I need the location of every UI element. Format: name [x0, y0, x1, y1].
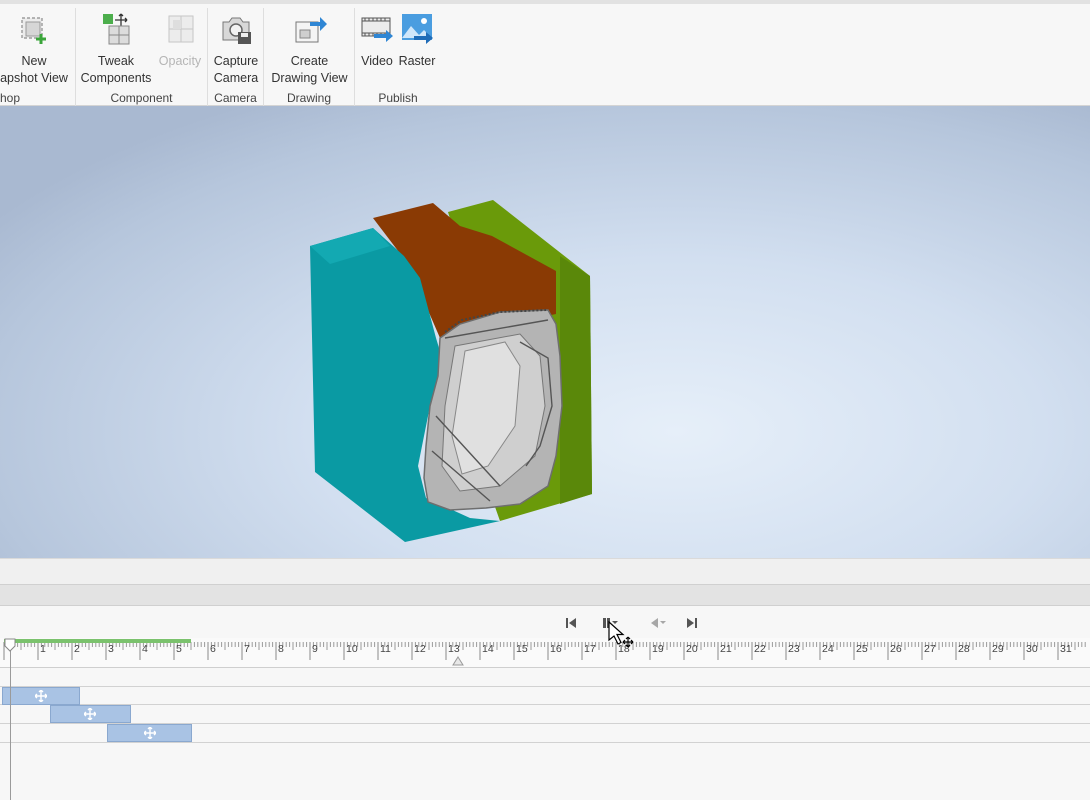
mold-assembly-model[interactable]	[0, 106, 1090, 558]
raster-label: Raster	[398, 54, 436, 68]
panel-title-drawing: Drawing	[286, 91, 331, 105]
ruler-tick-label: 3	[108, 643, 114, 655]
opacity-label: Opacity	[158, 54, 202, 68]
create-label-2: Drawing View	[271, 71, 348, 85]
ruler-tick-label: 18	[618, 643, 630, 655]
opacity-icon	[168, 15, 194, 43]
ruler-tick-label: 8	[278, 643, 284, 655]
raster-button[interactable]: Raster	[397, 8, 437, 86]
tweak-label-2: Components	[80, 71, 152, 85]
panel-snapshot: New apshot View hop	[0, 8, 76, 106]
ruler-tick-label: 23	[788, 643, 800, 655]
ruler-tick-label: 13	[448, 643, 460, 655]
end-marker-icon[interactable]	[452, 656, 464, 666]
action-bar[interactable]	[49, 705, 132, 723]
move-handle-icon[interactable]	[35, 690, 48, 702]
ruler-tick-label: 15	[516, 643, 528, 655]
capture-camera-icon	[222, 17, 251, 44]
panel-publish: Video Raster Publish	[355, 8, 441, 106]
ruler-tick-label: 4	[142, 643, 148, 655]
inventor-presentation-window: New apshot View hop Tweak Components Opa…	[0, 0, 1090, 800]
playhead-line	[10, 642, 11, 800]
ruler-tick-label: 28	[958, 643, 970, 655]
tweak-label-1: Tweak	[97, 54, 135, 68]
ruler-tick-label: 30	[1026, 643, 1038, 655]
go-to-start-icon[interactable]	[559, 612, 583, 634]
green-mold-side-shade	[560, 256, 592, 504]
ribbon: New apshot View hop Tweak Components Opa…	[0, 0, 1090, 106]
raster-icon	[402, 14, 433, 44]
go-to-end-icon[interactable]	[680, 612, 704, 634]
ruler-tick-label: 1	[40, 643, 46, 655]
ruler-tick-label: 9	[312, 643, 318, 655]
capture-camera-button[interactable]: Capture Camera	[208, 8, 264, 86]
panel-drawing: Create Drawing View Drawing	[264, 8, 355, 106]
ruler-tick-label: 12	[414, 643, 426, 655]
play-icon[interactable]	[598, 612, 622, 634]
video-icon	[361, 17, 393, 42]
graphics-viewport[interactable]	[0, 106, 1090, 558]
panel-title-snapshot: hop	[0, 91, 21, 105]
new-snapshot-icon	[21, 17, 46, 44]
capture-label-1: Capture	[213, 54, 259, 68]
capture-label-2: Camera	[213, 71, 259, 85]
ruler-tick-label: 20	[686, 643, 698, 655]
track-divider	[0, 742, 1090, 743]
ruler-tick-label: 27	[924, 643, 936, 655]
new-snapshot-label-2: apshot View	[0, 71, 68, 85]
ruler-tick-label: 26	[890, 643, 902, 655]
ruler-tick-label: 10	[346, 643, 358, 655]
action-bar[interactable]	[107, 724, 193, 742]
panel-title-camera: Camera	[214, 91, 257, 105]
panel-title-publish: Publish	[378, 91, 418, 105]
ruler-tick-label: 24	[822, 643, 834, 655]
viewport-status-strip	[0, 558, 1090, 584]
ruler-tick-label: 22	[754, 643, 766, 655]
track-divider	[0, 704, 1090, 705]
storyboard-timeline: 1 2 3 4 5 6 7 8 9 10 11 12 13 14 15 16 17 18 19 20 21 22 23 24 2…	[0, 606, 1090, 800]
tweak-components-icon	[103, 13, 130, 45]
ruler-tick-label: 17	[584, 643, 596, 655]
ruler-tick-label: 29	[992, 643, 1004, 655]
panel-camera: Capture Camera Camera	[208, 8, 264, 106]
playback-controls	[0, 612, 1090, 634]
new-snapshot-label-1: New	[21, 54, 47, 68]
panel-component: Tweak Components Opacity Component	[76, 8, 208, 106]
ruler-tick-label: 31	[1060, 643, 1072, 655]
create-label-1: Create	[290, 54, 329, 68]
move-handle-icon[interactable]	[143, 727, 156, 739]
panel-title-component: Component	[110, 91, 173, 105]
video-label: Video	[361, 54, 393, 68]
new-snapshot-view-button[interactable]: New apshot View	[0, 8, 76, 86]
video-button[interactable]: Video	[357, 8, 397, 86]
ruler-tick-label: 2	[74, 643, 80, 655]
track-divider	[0, 686, 1090, 687]
ruler-tick-label: 5	[176, 643, 182, 655]
create-drawing-view-button[interactable]: Create Drawing View	[264, 8, 355, 86]
create-drawing-view-icon	[295, 17, 327, 43]
ruler-tick-label: 21	[720, 643, 732, 655]
ruler-tick-label: 7	[244, 643, 250, 655]
ruler-tick-label: 14	[482, 643, 494, 655]
move-handle-icon[interactable]	[84, 708, 97, 720]
tweak-components-button[interactable]: Tweak Components	[78, 8, 154, 86]
played-progress-bar	[4, 639, 191, 643]
ruler-tick-label: 6	[210, 643, 216, 655]
ruler-tick-label: 16	[550, 643, 562, 655]
ruler-tick-label: 11	[380, 643, 391, 655]
action-bar[interactable]	[2, 687, 81, 705]
playhead-handle[interactable]	[4, 638, 16, 652]
ruler-tick-label: 25	[856, 643, 868, 655]
timeline-splitter[interactable]	[0, 584, 1090, 606]
play-reverse-icon[interactable]	[645, 612, 669, 634]
opacity-button[interactable]: Opacity	[154, 8, 206, 86]
ruler-tick-label: 19	[652, 643, 664, 655]
